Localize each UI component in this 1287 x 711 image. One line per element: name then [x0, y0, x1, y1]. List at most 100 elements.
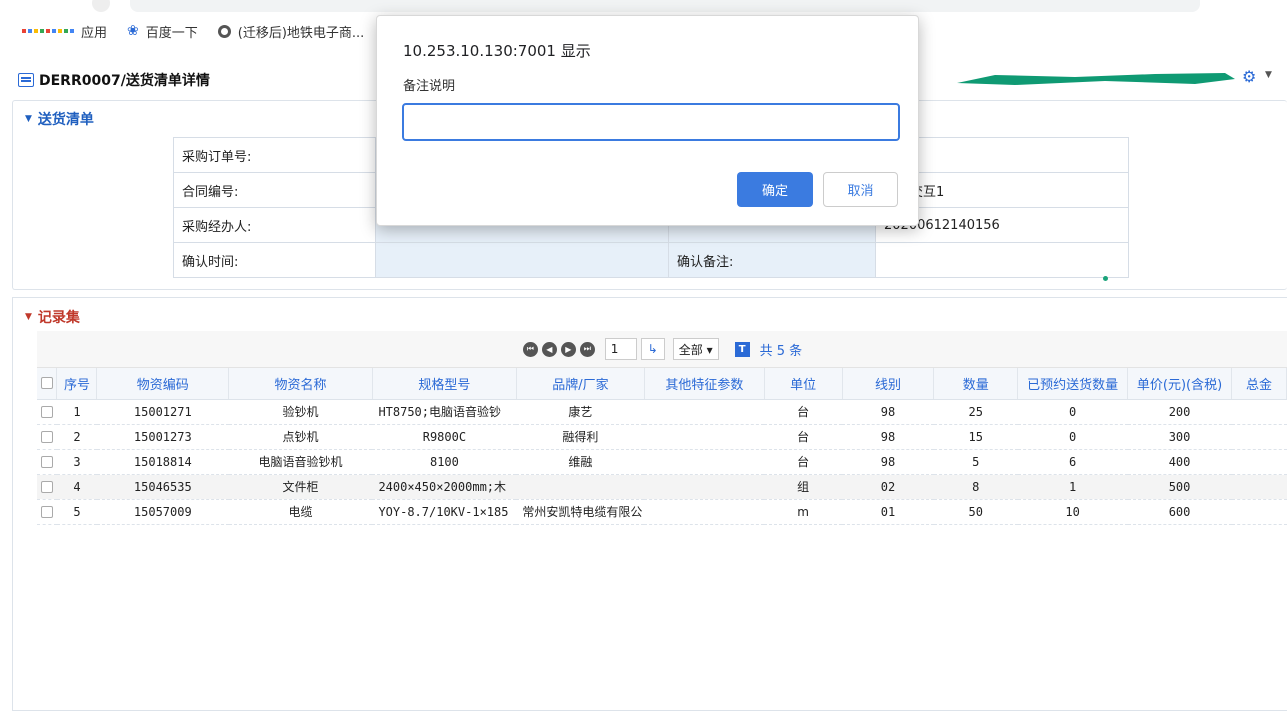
column-header[interactable]: 单价(元)(含税)	[1127, 368, 1232, 400]
browser-button[interactable]	[92, 0, 110, 12]
column-header[interactable]: 单位	[764, 368, 843, 400]
cell-line: 98	[842, 399, 934, 425]
table-header-row: 序号 物资编码 物资名称 规格型号 品牌/厂家 其他特征参数 单位 线别 数量 …	[37, 368, 1287, 400]
bookmark-site-label: (迁移后)地铁电子商...	[237, 25, 365, 41]
column-header[interactable]: 总金	[1231, 368, 1287, 400]
row-checkbox[interactable]	[37, 474, 57, 500]
pager-next-icon[interactable]: ▶	[560, 341, 576, 357]
cell-qty: 5	[933, 449, 1018, 475]
cell-seq: 1	[56, 399, 97, 425]
cell-name: 电缆	[228, 499, 373, 525]
cell-params	[644, 474, 765, 500]
cancel-button[interactable]: 取消	[823, 172, 898, 207]
row-checkbox[interactable]	[37, 399, 57, 425]
cell-total	[1231, 499, 1287, 525]
table-row[interactable]: 3 15018814 电脑语音验钞机 8100 维融 台 98 5 6 400	[37, 449, 1287, 475]
form-value	[875, 242, 1129, 278]
pager-last-icon[interactable]: ⏭	[579, 341, 595, 357]
chevron-down-icon[interactable]: ▼	[1265, 70, 1272, 80]
delivery-section-header[interactable]: ▼ 送货清单	[25, 109, 94, 129]
column-header[interactable]: 已预约送货数量	[1017, 368, 1129, 400]
cell-line: 98	[842, 449, 934, 475]
page-title-text: DERR0007/送货清单详情	[39, 73, 210, 89]
column-header[interactable]: 物资编码	[96, 368, 230, 400]
gear-icon[interactable]: ⚙	[1242, 67, 1256, 86]
table-row[interactable]: 5 15057009 电缆 YOY-8.7/10KV-1×185 常州安凯特电缆…	[37, 499, 1287, 525]
form-row: 确认时间: 确认备注:	[173, 242, 1129, 278]
pager-first-icon[interactable]: ⏮	[522, 341, 538, 357]
redaction-mark	[957, 73, 1235, 85]
cell-unit: 台	[764, 449, 843, 475]
page-size-select[interactable]: 全部 ▾	[672, 338, 719, 360]
dialog-input[interactable]	[402, 103, 900, 141]
page-number-input[interactable]: 1	[604, 338, 637, 360]
baidu-paw-icon: ❀	[127, 23, 139, 39]
cell-total	[1231, 424, 1287, 450]
records-section-header[interactable]: ▼ 记录集	[25, 307, 80, 327]
form-value	[375, 242, 669, 278]
cell-spec: YOY-8.7/10KV-1×185	[372, 499, 517, 525]
doc-icon	[18, 73, 34, 87]
table-settings-icon[interactable]: T	[734, 341, 750, 357]
cell-line: 02	[842, 474, 934, 500]
bookmark-site[interactable]: (迁移后)地铁电子商...	[217, 22, 365, 41]
cell-spec: 2400×450×2000mm;木	[372, 474, 517, 500]
column-header[interactable]: 物资名称	[228, 368, 373, 400]
column-header[interactable]: 规格型号	[372, 368, 517, 400]
page-title: DERR0007/送货清单详情	[18, 70, 210, 90]
bookmark-baidu-label: 百度一下	[145, 25, 198, 41]
row-checkbox[interactable]	[37, 424, 57, 450]
form-label: 合同编号:	[173, 172, 376, 208]
address-bar[interactable]	[130, 0, 1200, 12]
cell-spec: HT8750;电脑语音验钞	[372, 399, 517, 425]
select-all-checkbox[interactable]	[37, 368, 58, 400]
cell-seq: 2	[56, 424, 97, 450]
cell-unit: 台	[764, 424, 843, 450]
table-row[interactable]: 1 15001271 验钞机 HT8750;电脑语音验钞 康艺 台 98 25 …	[37, 399, 1287, 425]
bookmark-apps[interactable]: 应用	[22, 22, 107, 41]
bookmark-baidu[interactable]: ❀ 百度一下	[127, 22, 198, 41]
cell-brand: 融得利	[516, 424, 645, 450]
cell-booked: 6	[1017, 449, 1128, 475]
cell-params	[644, 399, 765, 425]
cell-code: 15057009	[96, 499, 229, 525]
column-header[interactable]: 序号	[56, 368, 98, 400]
cell-booked: 0	[1017, 399, 1128, 425]
cell-total	[1231, 474, 1287, 500]
cell-name: 点钞机	[228, 424, 373, 450]
bookmark-apps-label: 应用	[81, 25, 108, 41]
cell-name: 电脑语音验钞机	[228, 449, 373, 475]
table-row[interactable]: 2 15001273 点钞机 R9800C 融得利 台 98 15 0 300	[37, 424, 1287, 450]
pagination-bar: ⏮ ◀ ▶ ⏭ 1 ↳ 全部 ▾ T 共 5 条	[37, 331, 1287, 368]
cell-unit: m	[764, 499, 843, 525]
cell-booked: 0	[1017, 424, 1128, 450]
column-header[interactable]: 线别	[842, 368, 935, 400]
cell-code: 15018814	[96, 449, 229, 475]
ok-button[interactable]: 确定	[737, 172, 813, 207]
cell-qty: 50	[933, 499, 1018, 525]
cell-qty: 15	[933, 424, 1018, 450]
total-count: 共 5 条	[759, 343, 803, 359]
pager-prev-icon[interactable]: ◀	[541, 341, 557, 357]
cell-price: 400	[1127, 449, 1232, 475]
cell-line: 01	[842, 499, 934, 525]
form-label: 采购经办人:	[173, 207, 376, 243]
cell-line: 98	[842, 424, 934, 450]
column-header[interactable]: 数量	[933, 368, 1019, 400]
dialog-message: 备注说明	[403, 79, 456, 94]
collapse-caret-icon: ▼	[25, 312, 32, 322]
column-header[interactable]: 品牌/厂家	[516, 368, 645, 400]
cell-unit: 组	[764, 474, 843, 500]
table-row[interactable]: 4 15046535 文件柜 2400×450×2000mm;木 组 02 8 …	[37, 474, 1287, 500]
go-icon[interactable]: ↳	[640, 338, 665, 360]
browser-top-strip	[0, 0, 1287, 16]
column-header[interactable]: 其他特征参数	[644, 368, 765, 400]
row-checkbox[interactable]	[37, 499, 57, 525]
records-table: 序号 物资编码 物资名称 规格型号 品牌/厂家 其他特征参数 单位 线别 数量 …	[37, 368, 1287, 525]
cell-params	[644, 424, 765, 450]
cell-code: 15046535	[96, 474, 229, 500]
row-checkbox[interactable]	[37, 449, 57, 475]
cell-total	[1231, 449, 1287, 475]
cell-name: 文件柜	[228, 474, 373, 500]
dialog-origin: 10.253.10.130:7001 显示	[403, 42, 591, 60]
